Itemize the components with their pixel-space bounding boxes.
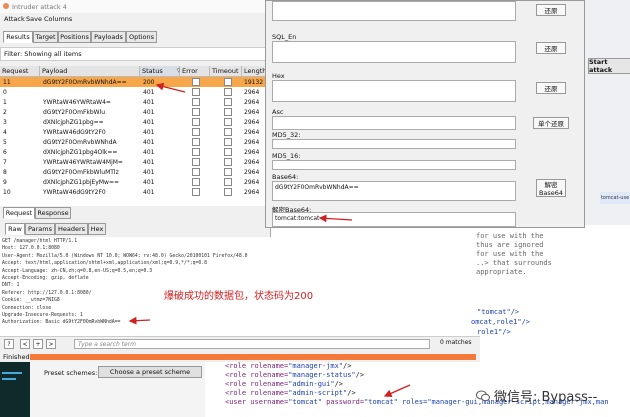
arrow-status xyxy=(155,82,186,93)
arrow-user xyxy=(383,384,411,397)
annotation-arrows xyxy=(128,82,411,397)
arrow-decoded xyxy=(318,214,353,223)
arrow-auth xyxy=(128,316,151,325)
